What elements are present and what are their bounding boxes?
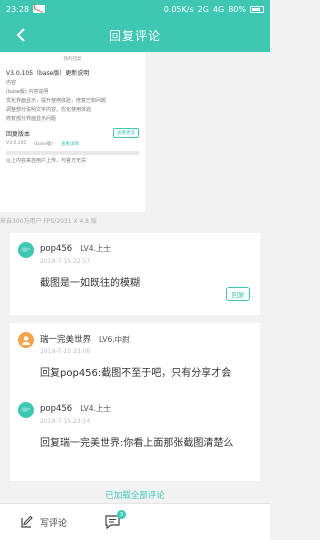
signal-2g: 2G xyxy=(197,4,209,14)
avatar[interactable]: 用户 xyxy=(18,242,34,258)
username[interactable]: 瑞一完美世界 xyxy=(40,335,91,345)
write-comment-button[interactable]: 写评论 xyxy=(20,515,67,529)
thumb-section-title: 回复版本 xyxy=(6,130,31,138)
battery-percent: 80% xyxy=(228,4,246,14)
battery-icon xyxy=(250,5,264,13)
thumb-line: 调整部分说明文字内容，优化使用体验 xyxy=(6,107,92,113)
username[interactable]: pop456 xyxy=(40,404,72,414)
screenshot-preview[interactable]: 我的回复 V3.0.105（base版）更新说明 内容 (base版) 内容说明… xyxy=(0,52,270,225)
comments-count-button[interactable]: 3 xyxy=(104,510,126,530)
comment-time: 2019-7-15 23:14 xyxy=(40,418,91,425)
bottom-bar: 写评论 3 xyxy=(0,503,270,540)
thumb-caption: 来自300万用户 FPS/2031 X 4.8 版 xyxy=(0,218,97,225)
top-header: 回复评论 xyxy=(0,18,270,52)
comment-text: 回复pop456:截图不至于吧，只有分享才会 xyxy=(40,368,232,379)
comment-user: pop456 LV4.上士 xyxy=(40,243,111,254)
thumb-row-item: 查看详情 xyxy=(61,142,80,147)
comment-text: 回复瑞一完美世界:你看上面那张截图清楚么 xyxy=(40,438,234,449)
network-speed: 0.05K/s xyxy=(163,4,194,14)
comment-user: pop456 LV4.上士 xyxy=(40,403,111,414)
status-time: 23:28 xyxy=(6,4,30,14)
user-level: LV4.上士 xyxy=(80,404,111,413)
thumb-footer: 以上内容来自用户上传，与官方无关 xyxy=(6,158,87,164)
avatar[interactable]: 用户 xyxy=(18,402,34,418)
user-avatar-icon xyxy=(22,336,30,345)
thumb-line: 修复部分界面显示问题 xyxy=(6,116,57,122)
write-comment-label: 写评论 xyxy=(40,518,68,529)
thumb-row-item: (base版) xyxy=(34,142,54,147)
reply-button[interactable]: 回复 xyxy=(226,287,250,301)
user-level: LV6.中尉 xyxy=(99,335,130,344)
comment-time: 2019-7-15 22:57 xyxy=(40,258,91,265)
comment-card: 用户 pop456 LV4.上士 2019-7-15 22:57 截图是一如既往的… xyxy=(10,233,260,315)
back-button[interactable] xyxy=(10,24,32,46)
edit-icon xyxy=(21,515,33,528)
thumb-line: 内容 xyxy=(6,80,17,86)
signal-4g: 4G xyxy=(212,4,225,14)
thumb-divider xyxy=(6,151,139,155)
page-title: 回复评论 xyxy=(108,28,161,43)
status-bar: 23:28 0.05K/s 2G 4G 80% xyxy=(0,0,270,18)
all-comments-loaded: 已加载全部评论 xyxy=(105,491,165,501)
comment-count-badge: 3 xyxy=(117,510,126,519)
avatar[interactable] xyxy=(18,332,34,348)
comment-time: 2019-7-15 23:06 xyxy=(40,348,91,355)
comment-text: 截图是一如既往的模糊 xyxy=(40,278,140,289)
comment-card: 用户 pop456 LV4.上士 2019-7-15 23:14 回复瑞一完美世界… xyxy=(10,393,260,481)
chevron-left-icon xyxy=(16,28,25,42)
mail-icon xyxy=(33,5,46,13)
thumb-line: 优化界面显示，提升使用体验，修复已知问题 xyxy=(6,98,107,104)
thumb-line: (base版) 内容说明 xyxy=(6,89,49,95)
user-level: LV4.上士 xyxy=(80,244,111,253)
username[interactable]: pop456 xyxy=(40,244,72,254)
thumb-version-title: V3.0.105（base版）更新说明 xyxy=(6,70,90,77)
thumb-row-item: V3.0.105 xyxy=(6,141,27,146)
thumb-top-caption: 我的回复 xyxy=(63,57,82,62)
comment-user: 瑞一完美世界 LV6.中尉 xyxy=(40,333,130,345)
screenshot-thumbnail: 我的回复 V3.0.105（base版）更新说明 内容 (base版) 内容说明… xyxy=(0,52,145,212)
thumb-section-button: 查看更多 xyxy=(113,128,139,138)
